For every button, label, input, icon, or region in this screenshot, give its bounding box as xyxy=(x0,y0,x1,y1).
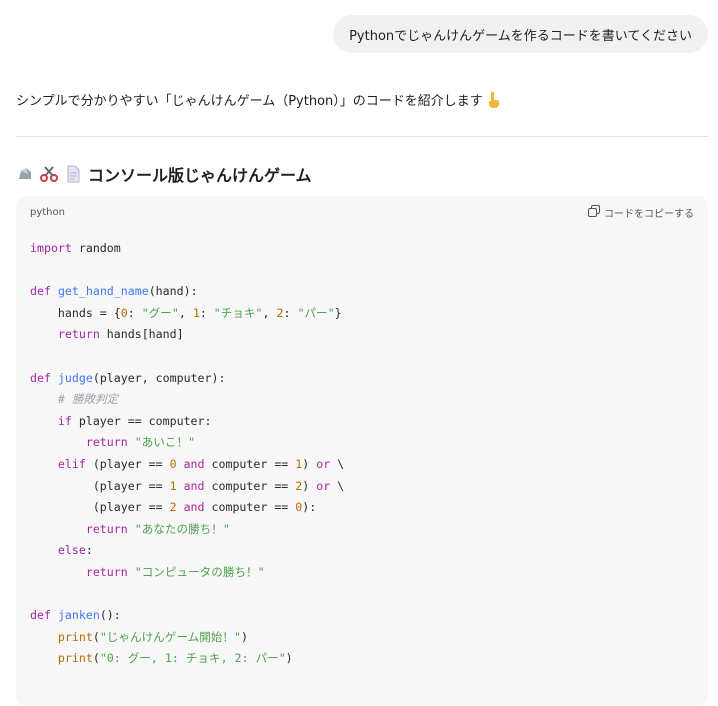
code-line: hands = {0: "グー", 1: "チョキ", 2: "パー"} xyxy=(30,305,342,320)
assistant-intro: シンプルで分かりやすい「じゃんけんゲーム（Python）」のコードを紹介します xyxy=(16,90,503,109)
code-line: return hands[hand] xyxy=(57,327,184,342)
copy-code-label: コードをコピーする xyxy=(604,208,694,220)
rock-icon xyxy=(16,165,34,183)
user-message-bubble: Pythonでじゃんけんゲームを作るコードを書いてください xyxy=(333,15,708,53)
code-line: print("0: グー, 1: チョキ, 2: パー") xyxy=(57,651,293,666)
scissors-icon xyxy=(40,165,58,183)
code-line: # 勝敗判定 xyxy=(57,392,119,407)
paper-icon xyxy=(64,165,82,183)
code-line: else: xyxy=(57,543,93,558)
copy-icon xyxy=(588,204,600,220)
code-line: print("じゃんけんゲーム開始！") xyxy=(57,629,248,644)
code-block-header: python コードをコピーする xyxy=(16,196,708,228)
section-divider xyxy=(16,136,708,137)
code-line: return "コンピュータの勝ち！" xyxy=(85,564,265,579)
section-heading: コンソール版じゃんけんゲーム xyxy=(16,162,312,186)
code-language-label: python xyxy=(30,206,65,218)
pointing-down-icon xyxy=(485,91,503,109)
code-line: (player == 1 and computer == 2) or \ xyxy=(30,478,345,493)
user-message-text: Pythonでじゃんけんゲームを作るコードを書いてください xyxy=(349,28,692,44)
code-line: (player == 2 and computer == 0): xyxy=(30,500,317,515)
code-line: elif (player == 0 and computer == 1) or … xyxy=(57,456,345,471)
code-line: if player == computer: xyxy=(57,413,212,428)
code-block: python コードをコピーする import random def get_h… xyxy=(16,196,708,706)
code-line: def get_hand_name(hand): xyxy=(30,284,198,299)
intro-text: シンプルで分かりやすい「じゃんけんゲーム（Python）」のコードを紹介します xyxy=(16,94,483,109)
code-line: return "あなたの勝ち！" xyxy=(85,521,230,536)
copy-code-button[interactable]: コードをコピーする xyxy=(588,204,694,220)
code-line: def judge(player, computer): xyxy=(30,370,226,385)
code-content: import random def get_hand_name(hand): h… xyxy=(16,228,708,670)
code-line: def janken(): xyxy=(30,608,121,623)
code-line: import random xyxy=(30,241,121,255)
code-line: return "あいこ！" xyxy=(85,435,196,450)
section-title: コンソール版じゃんけんゲーム xyxy=(88,166,312,185)
